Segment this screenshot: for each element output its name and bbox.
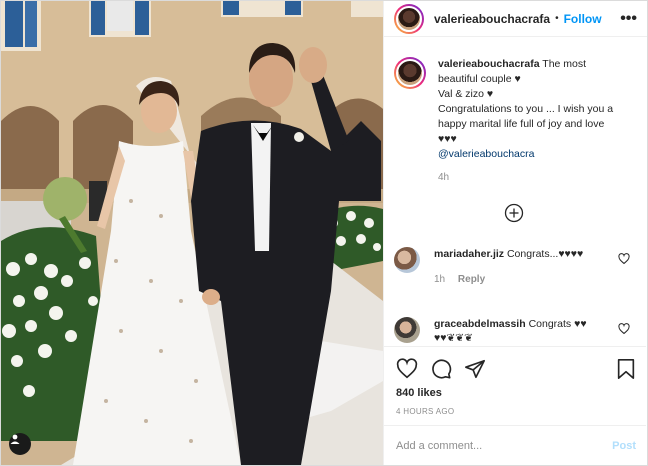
caption-timestamp[interactable]: 4h	[438, 170, 628, 185]
action-bar	[396, 357, 636, 381]
caption-username[interactable]: valerieabouchacrafa	[438, 58, 540, 70]
caption-avatar[interactable]	[394, 57, 426, 89]
post-side-panel: valerieabouchacrafa • Follow ••• valerie…	[383, 1, 647, 465]
author-username[interactable]: valerieabouchacrafa	[434, 12, 550, 26]
comment-username[interactable]: graceabdelmassih	[434, 318, 526, 330]
post-comment-button[interactable]: Post	[612, 440, 636, 452]
more-options-icon[interactable]: •••	[620, 10, 637, 26]
comments-section[interactable]: valerieabouchacrafa The most beautiful c…	[384, 57, 646, 347]
comment-avatar[interactable]	[394, 247, 420, 273]
like-count[interactable]: 840 likes	[396, 387, 636, 399]
comment-body: mariadaher.jiz Congrats...♥♥♥♥ 1h Reply	[434, 247, 604, 287]
wedding-photo-illustration	[1, 1, 383, 465]
comment-icon[interactable]	[430, 358, 452, 380]
heart-icon[interactable]	[396, 358, 418, 380]
caption-line-3: Congratulations to you ... I wish you a …	[438, 103, 614, 130]
post-caption: valerieabouchacrafa The most beautiful c…	[384, 57, 646, 185]
caption-hearts: ♥♥♥	[438, 133, 457, 145]
comment-item: graceabdelmassih Congrats ♥♥ ♥♥❦❦❦	[394, 317, 644, 345]
comment-meta: 1h Reply	[434, 273, 604, 287]
user-tag-icon[interactable]	[9, 433, 31, 455]
comment-like-heart-icon[interactable]	[618, 323, 630, 335]
bookmark-icon[interactable]	[616, 358, 636, 380]
reply-button[interactable]: Reply	[458, 274, 485, 285]
share-icon[interactable]	[464, 358, 486, 380]
plus-circle-icon[interactable]	[504, 203, 524, 223]
comment-like-heart-icon[interactable]	[618, 253, 630, 265]
comment-body: graceabdelmassih Congrats ♥♥ ♥♥❦❦❦	[434, 317, 604, 345]
caption-mention-link[interactable]: @valerieabouchacra	[438, 148, 534, 160]
post-photo[interactable]	[1, 1, 383, 465]
comment-avatar[interactable]	[394, 317, 420, 343]
post-timestamp[interactable]: 4 HOURS AGO	[396, 407, 636, 416]
separator-dot: •	[555, 13, 559, 24]
caption-line-2: Val & zizo ♥	[438, 88, 494, 100]
instagram-post-modal: valerieabouchacrafa • Follow ••• valerie…	[0, 0, 648, 466]
comment-timestamp[interactable]: 1h	[434, 274, 445, 285]
add-comment-bar: Add a comment... Post	[384, 425, 646, 465]
comment-item: mariadaher.jiz Congrats...♥♥♥♥ 1h Reply	[394, 247, 644, 287]
comment-text: Congrats...♥♥♥♥	[506, 248, 584, 260]
follow-button[interactable]: Follow	[564, 12, 602, 26]
post-header: valerieabouchacrafa • Follow •••	[384, 1, 647, 37]
avatar[interactable]	[394, 3, 424, 34]
caption-body: valerieabouchacrafa The most beautiful c…	[438, 57, 628, 185]
comment-username[interactable]: mariadaher.jiz	[434, 248, 504, 260]
post-actions: 840 likes 4 HOURS AGO	[384, 346, 646, 416]
comment-input[interactable]: Add a comment...	[396, 440, 482, 452]
